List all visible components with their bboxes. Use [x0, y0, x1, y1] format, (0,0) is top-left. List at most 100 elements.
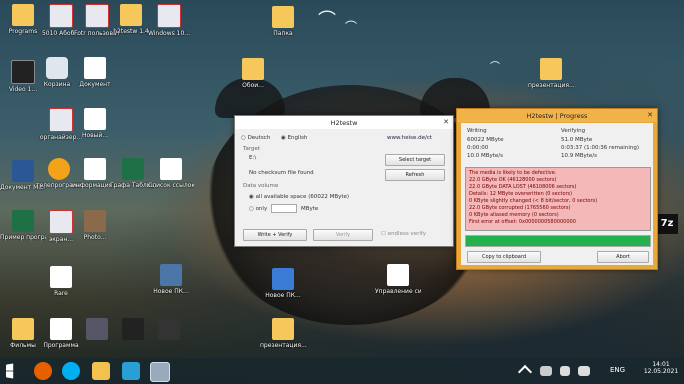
- start-button[interactable]: [6, 363, 14, 379]
- log-line: 22.0 GByte DATA LOST (46108006 sectors): [469, 184, 577, 190]
- folder-icon: [272, 318, 294, 340]
- word-icon: [12, 160, 34, 182]
- log-line: The media is likely to be defective.: [469, 170, 557, 176]
- language-indicator[interactable]: ENG: [610, 366, 625, 374]
- lang-german-radio[interactable]: ○ Deutsch: [241, 135, 270, 141]
- progress-bar-fill: [466, 236, 650, 246]
- desktop-icon-presentation[interactable]: презентация...: [260, 318, 306, 349]
- document-icon: [49, 4, 73, 28]
- website-link[interactable]: www.heise.de/ct: [387, 135, 432, 141]
- folder-icon: [272, 6, 294, 28]
- verify-button[interactable]: Verify: [313, 229, 373, 241]
- copy-to-clipboard-button[interactable]: Copy to clipboard: [467, 251, 541, 263]
- keyboard-icon[interactable]: [578, 366, 590, 376]
- keyboard-icon: [11, 60, 35, 84]
- computer-icon: [272, 268, 294, 290]
- abort-button[interactable]: Abort: [597, 251, 649, 263]
- seagull-icon: ⌒: [318, 10, 336, 31]
- endless-verify-checkbox[interactable]: ☐ endless verify: [381, 231, 426, 237]
- progress-titlebar: H2testw | Progress ✕: [457, 109, 657, 122]
- document-icon: [85, 4, 109, 28]
- log-line: 0 KByte aliased memory (0 sectors): [469, 212, 559, 218]
- data-volume-label: Data volume: [243, 183, 279, 189]
- desktop-icon-folder-mid[interactable]: Обои...: [230, 58, 276, 89]
- 7zip-icon[interactable]: 7z: [656, 214, 678, 234]
- desktop-icon-new-pc[interactable]: Новое ПК...: [260, 268, 306, 299]
- verifying-size: 51.0 MByte: [561, 137, 593, 143]
- image-icon: [86, 318, 108, 340]
- media-player-icon: [48, 158, 70, 180]
- seagull-icon: ⌒: [345, 20, 358, 34]
- only-radio[interactable]: ○ only: [249, 206, 267, 212]
- desktop-icon-folder-top[interactable]: Папка: [260, 6, 306, 37]
- app-icon[interactable]: [122, 362, 140, 380]
- writing-time: 0:00:00: [467, 145, 489, 151]
- folder-icon: [540, 58, 562, 80]
- desktop-icon-windows10[interactable]: Windows 10...: [146, 4, 192, 37]
- skype-icon[interactable]: [62, 362, 80, 380]
- only-mbyte-input[interactable]: [271, 204, 297, 213]
- document-icon: [49, 210, 73, 234]
- desktop-icon-screenshot-3[interactable]: [146, 318, 192, 340]
- desktop-icon-document[interactable]: Документ: [72, 57, 118, 88]
- volume-icon[interactable]: [560, 366, 570, 376]
- write-verify-button[interactable]: Write + Verify: [243, 229, 307, 241]
- taskbar: ENG 14:01 12.05.2021: [0, 358, 684, 384]
- lang-english-radio[interactable]: ◉ English: [281, 135, 307, 141]
- log-line: 22.0 GByte corrupted (1765560 sectors): [469, 205, 571, 211]
- result-log[interactable]: The media is likely to be defective. 22.…: [465, 167, 651, 231]
- h2testw-progress-window: H2testw | Progress ✕ Writing Verifying 6…: [456, 108, 658, 270]
- verifying-label: Verifying: [561, 128, 586, 134]
- document-icon: [50, 266, 72, 288]
- desktop-icon-list[interactable]: Список ссылок...: [148, 158, 194, 189]
- photo-icon: [84, 210, 106, 232]
- progress-bar: [465, 235, 651, 247]
- log-line: 22.0 GByte OK (46128000 sectors): [469, 177, 557, 183]
- close-icon[interactable]: ✕: [439, 116, 453, 129]
- excel-icon: [12, 210, 34, 232]
- recycle-bin-icon: [46, 57, 68, 79]
- mbyte-unit: MByte: [301, 206, 319, 212]
- writing-label: Writing: [467, 128, 487, 134]
- verifying-time: 0:03:37 (1:00:36 remaining): [561, 145, 639, 151]
- desktop-icon-photo[interactable]: Photo...: [72, 210, 118, 241]
- seagull-icon: ⌒: [490, 62, 500, 73]
- folder-icon: [12, 4, 34, 26]
- h2testw-main-titlebar: H2testw ✕: [235, 116, 453, 129]
- target-group-label: Target: [243, 146, 261, 152]
- writing-size: 60022 MByte: [467, 137, 504, 143]
- document-icon: [387, 264, 409, 286]
- all-space-radio[interactable]: ◉ all available space (60022 MByte): [249, 194, 349, 200]
- desktop-icon-blank[interactable]: Rare: [38, 266, 84, 297]
- file-explorer-icon[interactable]: [92, 362, 110, 380]
- document-icon: [84, 57, 106, 79]
- clock-date: 12.05.2021: [643, 368, 679, 375]
- select-target-button[interactable]: Select target: [385, 154, 445, 166]
- checksum-status: No checksum file found: [249, 170, 314, 176]
- h2testw-taskbar-icon[interactable]: [150, 362, 170, 382]
- writing-rate: 10.0 MByte/s: [467, 153, 504, 159]
- folder-icon: [120, 4, 142, 26]
- desktop-icon-new[interactable]: Новый...: [72, 108, 118, 139]
- firefox-icon[interactable]: [34, 362, 52, 380]
- document-icon: [84, 108, 106, 130]
- desktop-icon-vk[interactable]: Новое ПК...: [148, 264, 194, 295]
- desktop-icon-management[interactable]: Управление системой...: [375, 264, 421, 295]
- image-icon: [158, 318, 180, 340]
- clock[interactable]: 14:01 12.05.2021: [643, 361, 679, 375]
- refresh-button[interactable]: Refresh: [385, 169, 445, 181]
- desktop-icon-folder-right[interactable]: презентация...: [528, 58, 574, 89]
- network-icon[interactable]: [540, 366, 552, 376]
- excel-icon: [122, 158, 144, 180]
- target-value: E:\: [249, 155, 257, 161]
- vk-icon: [160, 264, 182, 286]
- document-icon: [84, 158, 106, 180]
- chevron-up-icon[interactable]: [517, 364, 533, 380]
- folder-icon: [242, 58, 264, 80]
- document-icon: [160, 158, 182, 180]
- document-icon: [49, 108, 73, 132]
- verifying-rate: 10.9 MByte/s: [561, 153, 598, 159]
- close-icon[interactable]: ✕: [643, 109, 657, 122]
- h2testw-main-window: H2testw ✕ ○ Deutsch ◉ English www.heise.…: [234, 115, 454, 247]
- document-icon: [50, 318, 72, 340]
